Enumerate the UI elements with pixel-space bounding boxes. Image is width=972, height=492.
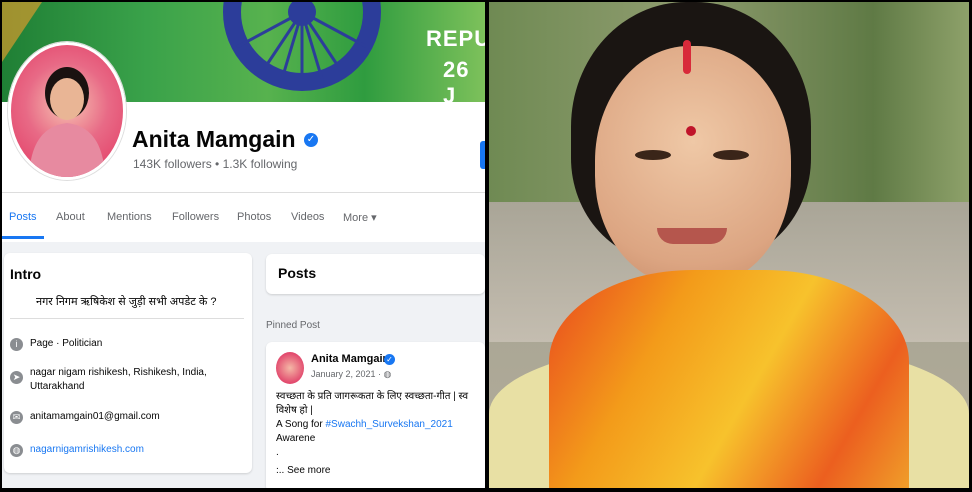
face: [595, 40, 791, 286]
intro-website-link[interactable]: nagarnigamrishikesh.com: [30, 443, 230, 457]
email-icon: ✉: [10, 411, 23, 424]
tab-more[interactable]: More ▾: [343, 211, 377, 224]
tab-posts[interactable]: Posts: [9, 211, 37, 223]
profile-name: Anita Mamgain: [132, 126, 296, 152]
post-author-name[interactable]: Anita Mamgain: [311, 353, 389, 365]
facebook-screenshot: REPU 26 J Anita Mamgain ✓ 143K followers…: [2, 2, 485, 488]
post-dot-1: .: [276, 447, 279, 458]
intro-category: Page · Politician: [30, 338, 103, 349]
bindi: [686, 126, 696, 136]
tab-videos[interactable]: Videos: [291, 211, 324, 223]
intro-email[interactable]: anitamamgain01@gmail.com: [30, 410, 230, 424]
cover-text-2: 26 J: [443, 57, 470, 102]
avatar-portrait: [29, 67, 105, 177]
post-line-1: स्वच्छता के प्रति जागरूकता के लिए स्वच्छ…: [276, 391, 469, 402]
divider: [2, 192, 485, 193]
tab-followers[interactable]: Followers: [172, 211, 219, 223]
post-date-text: January 2, 2021 ·: [311, 369, 384, 379]
left-eye: [635, 150, 671, 160]
profile-tabs: Posts About Mentions Followers Photos Vi…: [2, 208, 485, 242]
post-line-2: विशेष हो |: [276, 405, 313, 416]
tab-mentions[interactable]: Mentions: [107, 211, 152, 223]
active-tab-indicator: [2, 236, 44, 239]
hashtag-link[interactable]: #Swachh_Survekshan_2021: [325, 419, 452, 430]
intro-divider: [10, 318, 244, 319]
tab-about[interactable]: About: [56, 211, 85, 223]
profile-stats[interactable]: 143K followers • 1.3K following: [133, 157, 297, 171]
verified-badge-icon: ✓: [304, 133, 318, 147]
post-body: स्वच्छता के प्रति जागरूकता के लिए स्वच्छ…: [276, 390, 485, 474]
intro-title: Intro: [10, 266, 42, 282]
portrait-photo: [489, 2, 969, 488]
see-more-link[interactable]: ... See more: [276, 465, 330, 476]
post-date[interactable]: January 2, 2021 · ◍: [311, 369, 391, 380]
tab-photos[interactable]: Photos: [237, 211, 271, 223]
globe-small-icon: ◍: [383, 369, 392, 379]
info-icon: i: [10, 338, 23, 351]
posts-title: Posts: [278, 265, 317, 281]
location-icon: ➤: [10, 371, 23, 384]
post-line-3-prefix: A Song for: [276, 419, 326, 430]
profile-avatar[interactable]: [8, 42, 126, 180]
intro-card: [4, 253, 252, 473]
intro-address: nagar nigam rishikesh, Rishikesh, India,…: [30, 367, 207, 392]
globe-icon: ◍: [10, 444, 23, 457]
right-eye: [713, 150, 749, 160]
post-author-avatar[interactable]: [276, 352, 304, 384]
post-line-3: A Song for #Swachh_Survekshan_2021 Aware…: [276, 418, 485, 446]
intro-bio: नगर निगम ऋषिकेश से जुड़ी सभी अपडेट के ?: [36, 296, 217, 308]
cover-text-1: REPU: [426, 26, 485, 51]
action-button[interactable]: [480, 141, 485, 169]
orange-dupatta: [549, 270, 909, 488]
pinned-post-label: Pinned Post: [266, 320, 320, 331]
post-line-3-suffix: Awarene: [276, 433, 316, 444]
sindoor-mark: [683, 40, 691, 74]
post-verified-icon: ✓: [384, 354, 395, 365]
smile: [657, 228, 727, 244]
